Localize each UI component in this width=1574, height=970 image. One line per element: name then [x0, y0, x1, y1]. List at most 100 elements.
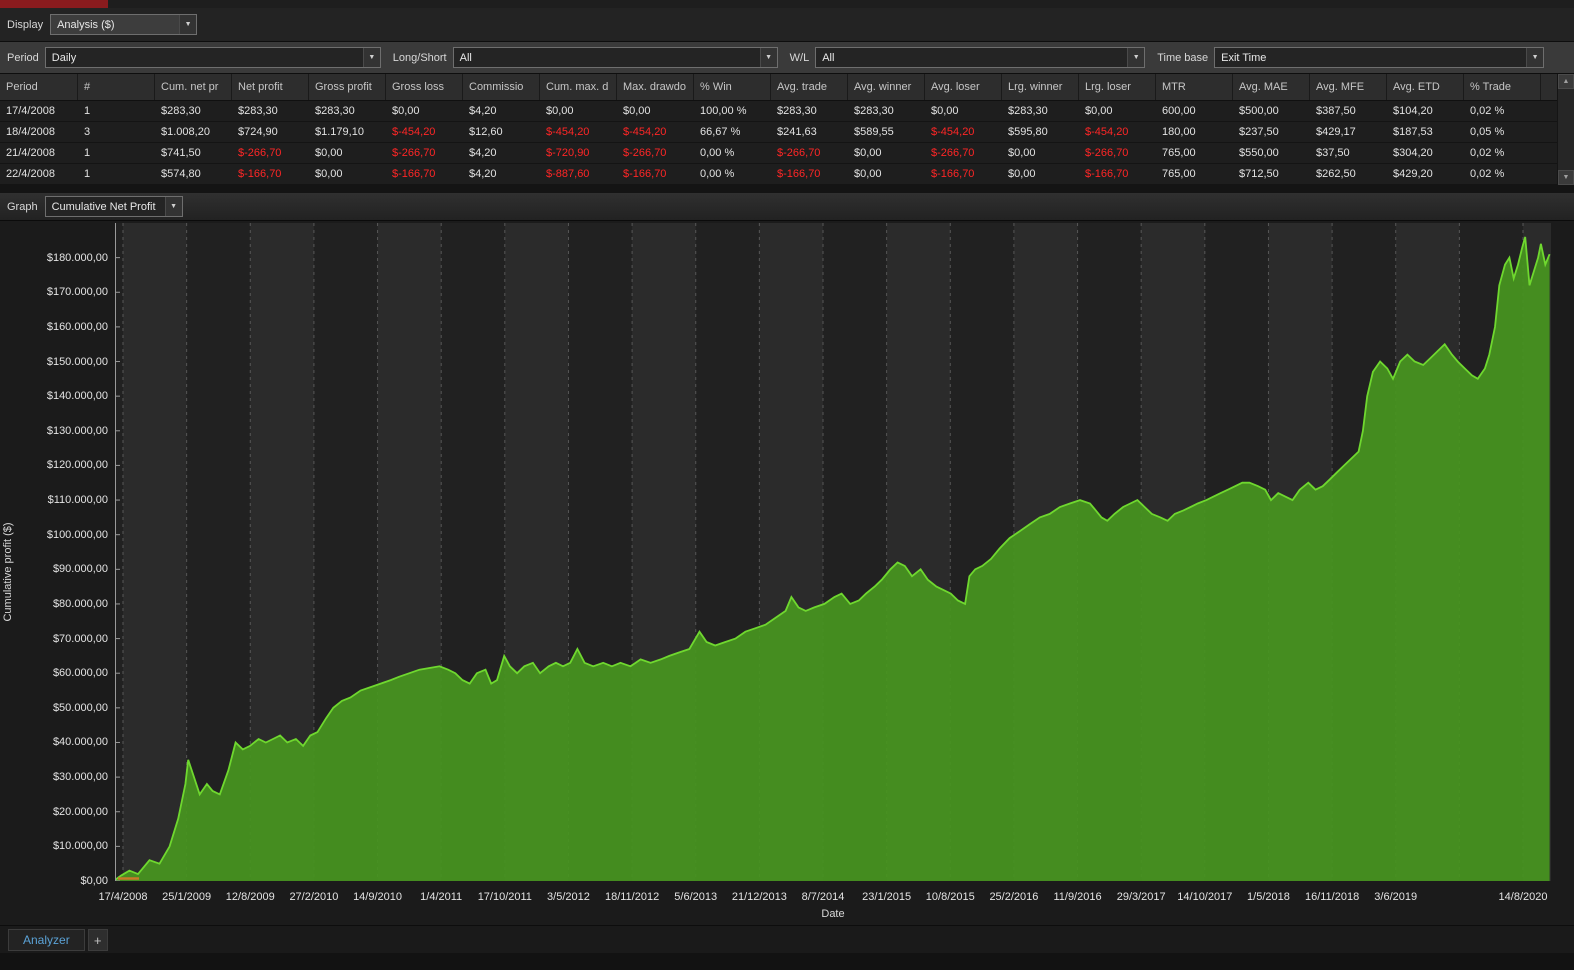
table-cell: $283,30 — [1008, 105, 1048, 117]
x-axis-tick-label: 5/6/2013 — [674, 891, 718, 903]
table-cell: $-266,70 — [238, 147, 282, 159]
window-tab-red[interactable] — [0, 0, 108, 8]
wl-label: W/L — [789, 51, 810, 64]
column-header[interactable]: Cum. net pr — [155, 74, 232, 100]
display-select-value: Analysis ($) — [57, 18, 115, 31]
table-cell: $0,00 — [623, 105, 651, 117]
table-cell: $-166,70 — [392, 168, 436, 180]
table-cell: 765,00 — [1162, 168, 1196, 180]
y-axis-tick-label: $20.000,00 — [52, 805, 108, 818]
table-cell: 1 — [84, 147, 91, 159]
column-header[interactable]: Avg. winner — [848, 74, 925, 100]
table-body: 17/4/2008 1 $283,30 $283,30 $283,30 $0,00 $4,2… — [0, 101, 1574, 185]
table-row[interactable]: 17/4/2008 1 $283,30 $283,30 $283,30 $0,00 $4,2… — [0, 101, 1574, 122]
column-header[interactable]: Cum. max. d — [540, 74, 617, 100]
graph-select[interactable]: Cumulative Net Profit ▼ — [44, 196, 183, 217]
table-cell: $-454,20 — [931, 126, 975, 138]
x-axis-tick-label: 16/11/2018 — [1304, 891, 1360, 903]
column-header[interactable]: # — [78, 74, 155, 100]
chevron-down-icon: ▼ — [179, 15, 197, 34]
chevron-down-icon: ▼ — [1127, 48, 1145, 67]
x-axis-tick-label: 14/9/2010 — [353, 891, 402, 903]
column-header[interactable]: % Win — [694, 74, 771, 100]
column-header[interactable]: MTR — [1156, 74, 1233, 100]
table-row[interactable]: 18/4/2008 3 $1.008,20 $724,90 $1.179,10 $-454… — [0, 122, 1574, 143]
area-fill — [115, 236, 1550, 881]
table-vertical-scrollbar[interactable]: ▲ ▼ — [1557, 74, 1574, 185]
table-cell: $-166,70 — [238, 168, 282, 180]
table-cell: $237,50 — [1239, 126, 1279, 138]
x-axis-tick-label: 18/11/2012 — [604, 891, 660, 903]
table-cell: $37,50 — [1316, 147, 1350, 159]
timebase-select[interactable]: Exit Time ▼ — [1214, 47, 1545, 68]
y-axis-tick-label: $100.000,00 — [46, 528, 108, 541]
cumulative-profit-chart: Cumulative profit ($) Date $0,00 $10.000,… — [0, 221, 1574, 925]
x-axis-tick-label: 8/7/2014 — [801, 891, 845, 903]
table-cell: 0,02 % — [1470, 168, 1505, 180]
table-cell: $-887,60 — [546, 168, 590, 180]
table-cell: $429,17 — [1316, 126, 1356, 138]
table-cell: 66,67 % — [700, 126, 741, 138]
table-row[interactable]: 22/4/2008 1 $574,80 $-166,70 $0,00 $-166,70 $4… — [0, 164, 1574, 185]
table-cell: $187,53 — [1393, 126, 1433, 138]
x-axis-tick-label: 17/10/2011 — [477, 891, 532, 903]
window-title-strip — [0, 0, 1574, 8]
x-axis-tick-label: 10/8/2015 — [925, 891, 975, 903]
table-cell: $574,80 — [161, 168, 201, 180]
y-axis-tick-label: $180.000,00 — [46, 251, 108, 264]
x-axis-tick-label: 27/2/2010 — [289, 891, 339, 903]
column-header[interactable]: Lrg. winner — [1002, 74, 1079, 100]
table-cell: $283,30 — [315, 105, 355, 117]
tab-bar: Analyzer + — [0, 925, 1574, 953]
y-axis-tick-label: $110.000,00 — [47, 494, 108, 507]
table-cell: $0,00 — [1085, 105, 1113, 117]
longshort-select[interactable]: All ▼ — [452, 47, 778, 68]
y-axis-tick-label: $10.000,00 — [52, 840, 108, 853]
column-header[interactable]: Commissio — [463, 74, 540, 100]
section-divider — [0, 185, 1574, 193]
table-cell: $741,50 — [161, 147, 201, 159]
longshort-filter-group: Long/Short All ▼ — [393, 47, 778, 68]
analyzer-window: Display Analysis ($) ▼ Period Daily ▼ Lo… — [0, 0, 1574, 970]
y-axis-tick-label: $130.000,00 — [46, 424, 108, 437]
x-axis-tick-label: 1/5/2018 — [1247, 891, 1290, 903]
x-axis-tick-label: 25/2/2016 — [989, 891, 1039, 903]
column-header[interactable]: Period — [0, 74, 78, 100]
column-header[interactable]: Gross loss — [386, 74, 463, 100]
table-row[interactable]: 21/4/2008 1 $741,50 $-266,70 $0,00 $-266,70 $4… — [0, 143, 1574, 164]
table-cell: 0,00 % — [700, 147, 735, 159]
wl-select[interactable]: All ▼ — [815, 47, 1146, 68]
timebase-label: Time base — [1157, 51, 1209, 64]
y-axis-tick-label: $0,00 — [80, 875, 108, 887]
tab-analyzer[interactable]: Analyzer — [8, 929, 85, 951]
add-tab-button[interactable]: + — [87, 929, 108, 951]
scroll-down-icon[interactable]: ▼ — [1558, 170, 1574, 185]
table-cell: $712,50 — [1239, 168, 1279, 180]
graph-label: Graph — [7, 200, 38, 213]
column-header[interactable]: Lrg. loser — [1079, 74, 1156, 100]
display-select[interactable]: Analysis ($) ▼ — [50, 14, 198, 35]
y-axis-tick-label: $150.000,00 — [46, 355, 108, 368]
window-bottom-strip — [0, 953, 1574, 970]
column-header[interactable]: Avg. MFE — [1310, 74, 1387, 100]
table-cell: $12,60 — [469, 126, 503, 138]
wl-filter-group: W/L All ▼ — [790, 47, 1146, 68]
column-header[interactable]: Avg. MAE — [1233, 74, 1310, 100]
column-header[interactable]: Avg. trade — [771, 74, 848, 100]
table-cell: $-266,70 — [1085, 147, 1129, 159]
table-cell: $-166,70 — [623, 168, 667, 180]
display-label: Display — [7, 18, 44, 31]
table-cell: 1 — [84, 105, 91, 117]
table-cell: $4,20 — [469, 168, 497, 180]
column-header[interactable]: Avg. loser — [925, 74, 1002, 100]
column-header[interactable]: Gross profit — [309, 74, 386, 100]
cumulative-net-profit-plot[interactable] — [115, 223, 1551, 881]
column-header[interactable]: Max. drawdo — [617, 74, 694, 100]
column-header[interactable]: Avg. ETD — [1387, 74, 1464, 100]
x-axis-tick-label: 21/12/2013 — [731, 891, 787, 903]
scroll-up-icon[interactable]: ▲ — [1558, 74, 1574, 89]
column-header[interactable]: Net profit — [232, 74, 309, 100]
table-header-row: Period # Cum. net pr Net profit Gross profit… — [0, 74, 1574, 101]
column-header[interactable]: % Trade — [1464, 74, 1541, 100]
period-select[interactable]: Daily ▼ — [44, 47, 381, 68]
